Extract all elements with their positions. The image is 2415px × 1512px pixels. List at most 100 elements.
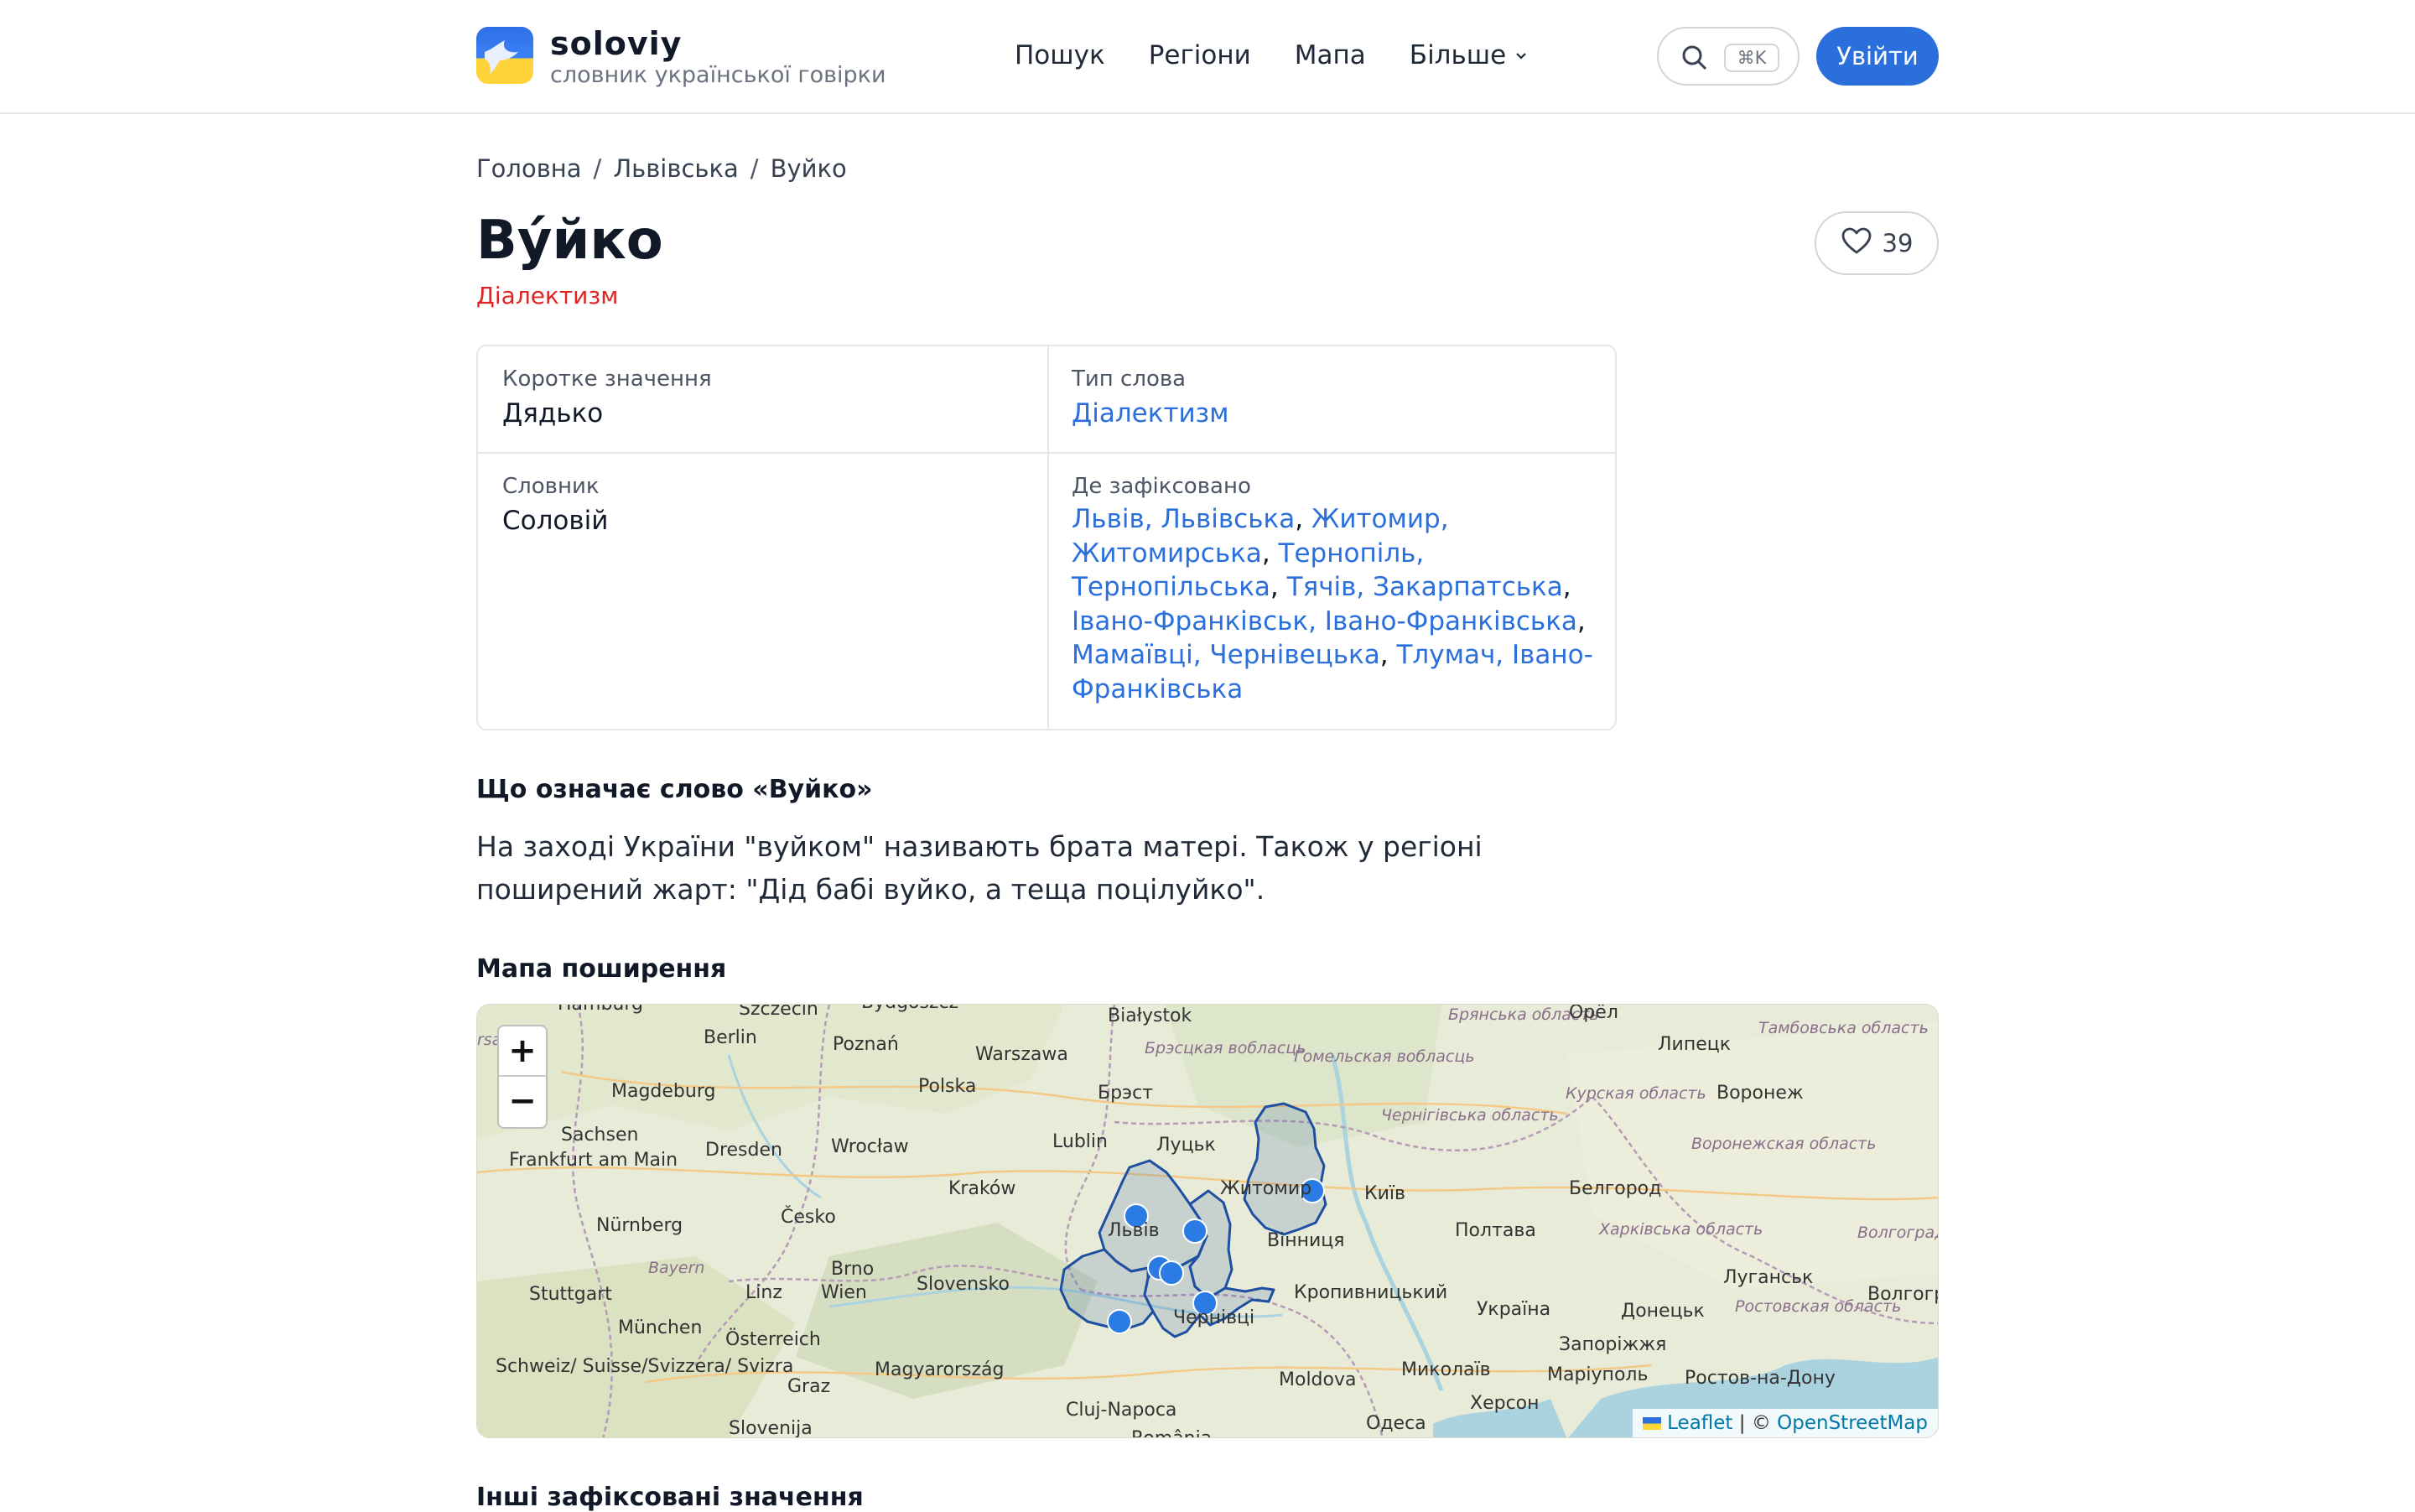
map-label: Magyarország (875, 1359, 1004, 1380)
map-label: Белгород (1569, 1178, 1661, 1199)
map-label: Житомир (1220, 1178, 1311, 1199)
map-label: München (618, 1317, 702, 1338)
ukraine-flag-icon (1642, 1417, 1661, 1430)
map-label: Österreich (725, 1328, 821, 1350)
divider (1047, 346, 1049, 729)
other-meanings-heading: Інші зафіксовані значення (476, 1483, 864, 1512)
map-label: Кропивницький (1294, 1282, 1447, 1303)
map-label: Донецьк (1621, 1301, 1705, 1322)
search-button[interactable]: ⌘K (1657, 27, 1800, 86)
map-label: Hamburg (558, 1005, 643, 1015)
map-label: Slovenija (729, 1418, 813, 1438)
map-label: Česko (781, 1206, 836, 1228)
place-link[interactable]: Львів, Львівська (1072, 504, 1295, 534)
map-label: Чернігівська область (1381, 1106, 1559, 1125)
main-nav: Пошук Регіони Мапа Більше (1015, 40, 1530, 70)
word-type-link[interactable]: Діалектизм (1072, 398, 1229, 429)
map-label: Ростов-на-Дону (1685, 1368, 1836, 1389)
nav-more[interactable]: Більше (1410, 40, 1530, 70)
word-type-heading: Тип слова (1072, 366, 1187, 392)
place-link[interactable]: Івано-Франківськ, Івано-Франківська (1072, 606, 1577, 636)
place-link[interactable]: Тячів, Закарпатська (1287, 572, 1563, 602)
nav-more-label: Більше (1409, 40, 1507, 70)
divider (478, 452, 1615, 454)
dictionary-label: Словник (502, 474, 600, 499)
map-label: Волгогр (1867, 1284, 1939, 1305)
leaflet-link[interactable]: Leaflet (1667, 1412, 1732, 1434)
map-label: Херсон (1470, 1393, 1540, 1414)
nav-map[interactable]: Мапа (1295, 40, 1366, 70)
map-label: Маріуполь (1547, 1364, 1648, 1385)
search-icon (1680, 44, 1709, 75)
recorded-places: Львів, Львівська, Житомир, Житомирська, … (1072, 504, 1593, 704)
like-button[interactable]: 39 (1815, 211, 1939, 275)
logo-icon[interactable] (476, 27, 533, 84)
map-label: Wrocław (831, 1136, 909, 1157)
map-label: Polska (918, 1076, 976, 1097)
short-meaning-label: Коротке значення (502, 366, 712, 392)
breadcrumb-home[interactable]: Головна (476, 154, 582, 183)
map-label: Warszawa (975, 1044, 1068, 1065)
brand-name[interactable]: soloviy (550, 25, 682, 62)
map-label: Brno (831, 1259, 874, 1280)
login-button[interactable]: Увійти (1816, 27, 1939, 86)
heart-icon (1841, 226, 1872, 261)
map-label: Чернівці (1173, 1307, 1254, 1328)
map-label: Bydgoszcz (861, 1005, 958, 1013)
zoom-control: + − (497, 1025, 548, 1129)
map-label: Slovensko (917, 1274, 1010, 1295)
osm-link[interactable]: OpenStreetMap (1777, 1412, 1928, 1434)
map-label: Graz (787, 1376, 830, 1397)
breadcrumb-separator: / (750, 154, 759, 183)
map-canvas[interactable]: Hamburg Szczecin Bydgoszcz Białystok Бря… (477, 1005, 1939, 1438)
map-label: Одеса (1366, 1413, 1426, 1434)
like-count: 39 (1882, 229, 1914, 257)
map-label: Вінниця (1267, 1230, 1344, 1251)
map-label: Орёл (1569, 1005, 1618, 1023)
map-label: Воронежская область (1691, 1135, 1876, 1153)
marker-ivano-frankivsk (1159, 1260, 1184, 1286)
zoom-in-button[interactable]: + (499, 1026, 546, 1077)
breadcrumb-separator: / (593, 154, 602, 183)
place-link[interactable]: Мамаївці, Чернівецька (1072, 640, 1380, 670)
map-label: Луганськ (1723, 1267, 1813, 1288)
map-label: Брэст (1098, 1083, 1153, 1104)
map-label: Липецк (1658, 1034, 1731, 1055)
meaning-text: На заході України "вуйком" називають бра… (476, 830, 1483, 906)
word-type-label: Діалектизм (476, 282, 619, 309)
keyboard-shortcut: ⌘K (1724, 44, 1779, 72)
map-label: Nürnberg (596, 1215, 683, 1236)
attribution-separator: | © (1738, 1412, 1771, 1434)
map-heading: Мапа поширення (476, 954, 727, 984)
map-label: Wien (821, 1282, 867, 1303)
map-label: Гомельская вобласць (1294, 1047, 1475, 1066)
map-label: Волгоград область (1857, 1224, 1939, 1242)
map-label: Poznań (833, 1034, 899, 1055)
zoom-out-button[interactable]: − (499, 1077, 546, 1127)
map-label: Полтава (1455, 1220, 1536, 1241)
map-label: Frankfurt am Main (509, 1150, 678, 1171)
map-attribution: Leaflet | © OpenStreetMap (1632, 1409, 1938, 1437)
nav-search[interactable]: Пошук (1015, 40, 1105, 70)
map-label: Bayern (648, 1259, 704, 1277)
marker-ternopil (1182, 1218, 1208, 1244)
map-label: Київ (1364, 1183, 1405, 1204)
meaning-heading: Що означає слово «Вуйко» (476, 775, 873, 804)
distribution-map[interactable]: Hamburg Szczecin Bydgoszcz Białystok Бря… (476, 1004, 1939, 1438)
map-label: Linz (745, 1282, 782, 1303)
map-label: Запоріжжя (1559, 1334, 1666, 1355)
map-label: Sachsen (561, 1125, 638, 1146)
map-label: Schweiz/ Suisse/Svizzera/ Svizra (496, 1356, 793, 1377)
chevron-down-icon (1513, 40, 1530, 70)
map-label: Dresden (705, 1140, 782, 1161)
map-label: Миколаїв (1401, 1359, 1491, 1380)
map-label: Cluj-Napoca (1066, 1400, 1176, 1421)
recorded-label: Де зафіксовано (1072, 474, 1251, 499)
map-label: Воронеж (1716, 1083, 1804, 1104)
breadcrumb-region[interactable]: Львівська (613, 154, 738, 183)
map-label: Львів (1108, 1220, 1160, 1241)
nav-regions[interactable]: Регіони (1149, 40, 1251, 70)
marker-tiachiv (1107, 1309, 1132, 1334)
map-label: România (1131, 1428, 1212, 1438)
map-label: Харківська область (1598, 1220, 1763, 1239)
